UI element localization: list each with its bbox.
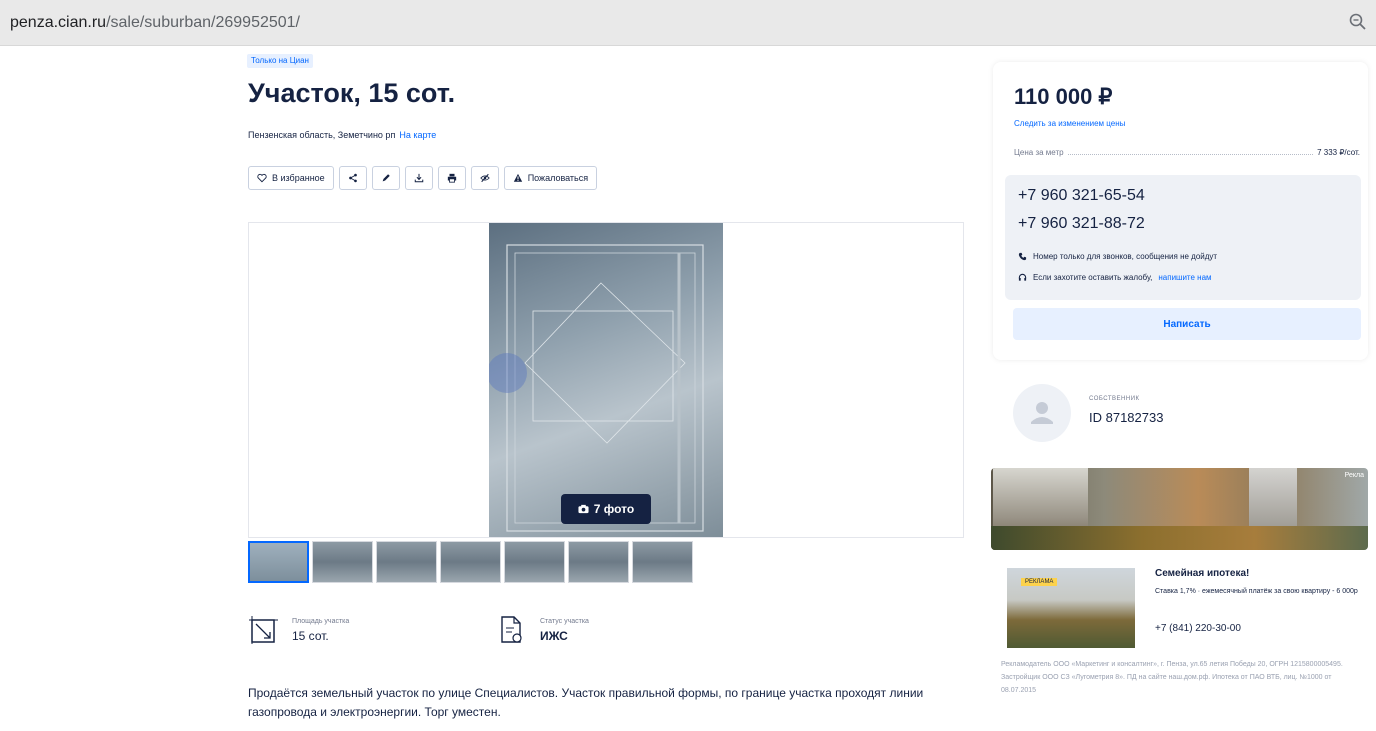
fact-label: Статус участка — [540, 617, 589, 625]
thumbnail[interactable] — [312, 541, 373, 583]
camera-icon — [578, 504, 589, 514]
building-image — [1249, 468, 1297, 528]
phone-number[interactable]: +7 960 321-88-72 — [1018, 215, 1145, 233]
favorite-label: В избранное — [272, 173, 325, 183]
note-button[interactable] — [371, 166, 400, 190]
price-per-unit-value: 7 333 ₽/сот. — [1317, 148, 1360, 157]
calls-only-text: Номер только для звонков, сообщения не д… — [1033, 252, 1218, 261]
thumbnail[interactable] — [440, 541, 501, 583]
dotted-leader — [1067, 154, 1314, 155]
listing-description: Продаётся земельный участок по улице Спе… — [248, 686, 924, 719]
plan-drawing-image — [489, 244, 704, 532]
price-per-unit: Цена за метр 7 333 ₽/сот. — [1014, 148, 1360, 157]
badge-text: Только на Циан — [251, 56, 309, 65]
thumbnail[interactable] — [376, 541, 437, 583]
avatar — [1013, 384, 1071, 442]
ad-legal-text: Рекламодатель ООО «Маркетинг и консалтин… — [1001, 661, 1343, 694]
price-card: 110 000 ₽ Следить за изменением цены Цен… — [993, 62, 1368, 360]
browser-address-bar[interactable]: penza.cian.ru/sale/suburban/269952501/ — [0, 0, 1376, 46]
complain-label: Пожаловаться — [527, 173, 589, 183]
ad-label: РЕКЛАМА — [1021, 578, 1058, 586]
url-path: /sale/suburban/269952501/ — [106, 14, 300, 31]
warning-icon — [513, 173, 522, 182]
listing-toolbar: В избранное Пожаловаться — [248, 166, 598, 192]
listing-title: Участок, 15 сот. — [248, 78, 456, 108]
owner-role: СОБСТВЕННИК — [1089, 396, 1140, 402]
document-icon — [501, 616, 522, 643]
ad-phone[interactable]: +7 (841) 220-30-00 — [1155, 623, 1241, 634]
contact-box: +7 960 321-65-54 +7 960 321-88-72 Номер … — [1005, 175, 1361, 300]
zoom-icon[interactable] — [1348, 12, 1368, 32]
fact-status: Статус участка ИЖС — [496, 614, 589, 646]
hide-button[interactable] — [470, 166, 499, 190]
map-link[interactable]: На карте — [399, 130, 436, 140]
thumbnail-strip — [248, 541, 693, 583]
write-us-link[interactable]: напишите нам — [1158, 273, 1211, 282]
price-amount: 110 000 ₽ — [1014, 84, 1113, 109]
share-button[interactable] — [338, 166, 367, 190]
favorite-button[interactable]: В избранное — [248, 166, 334, 190]
follow-price-link[interactable]: Следить за изменением цены — [1014, 119, 1125, 128]
photo-gallery[interactable]: 7 фото — [248, 222, 964, 538]
printer-icon — [447, 173, 456, 183]
user-icon — [1031, 402, 1053, 424]
thumbnail[interactable] — [504, 541, 565, 583]
photo-count-label: 7 фото — [593, 502, 635, 516]
main-photo[interactable] — [489, 223, 723, 537]
fact-value: 15 сот. — [292, 628, 329, 643]
thumbnail[interactable] — [632, 541, 693, 583]
trees-image — [991, 526, 1368, 550]
heart-icon — [257, 173, 267, 183]
write-button[interactable]: Написать — [1013, 308, 1361, 340]
fact-label: Площадь участка — [292, 617, 350, 625]
listing-address: Пензенская область, Земетчино рп На карте — [248, 130, 436, 140]
ad-tag: Рекла — [1344, 472, 1364, 479]
photo-count-button[interactable]: 7 фото — [561, 494, 651, 524]
eye-off-icon — [479, 173, 490, 183]
ad-card[interactable]: РЕКЛАМА Семейная ипотека! Ставка 1,7% · … — [993, 556, 1368, 731]
url-host: penza.cian.ru — [10, 14, 107, 31]
phone-number[interactable]: +7 960 321-65-54 — [1018, 187, 1145, 205]
phone-icon — [1018, 252, 1027, 261]
price-per-unit-label: Цена за метр — [1014, 148, 1064, 157]
download-icon — [414, 173, 423, 183]
download-button[interactable] — [404, 166, 433, 190]
ad-title[interactable]: Семейная ипотека! — [1155, 568, 1249, 579]
owner-card: СОБСТВЕННИК ID 87182733 — [993, 372, 1368, 464]
complain-button[interactable]: Пожаловаться — [503, 166, 598, 190]
headset-icon — [1018, 273, 1027, 281]
owner-id: ID 87182733 — [1089, 410, 1164, 425]
thumbnail[interactable] — [248, 541, 309, 583]
fact-area: Площадь участка 15 сот. — [248, 614, 349, 646]
thumbnail[interactable] — [568, 541, 629, 583]
url-text[interactable]: penza.cian.ru/sale/suburban/269952501/ — [10, 14, 300, 32]
ad-description: Ставка 1,7% · ежемесячный платёж за свою… — [1155, 588, 1358, 595]
print-button[interactable] — [437, 166, 466, 190]
fact-value: ИЖС — [540, 628, 568, 643]
exclusive-badge: Только на Циан — [247, 54, 313, 68]
share-icon — [348, 173, 357, 183]
ad-image[interactable]: РЕКЛАМА — [1007, 568, 1135, 648]
pencil-icon — [382, 174, 390, 182]
complaint-note: Если захотите оставить жалобу, напишите н… — [1018, 273, 1212, 282]
ad-banner[interactable]: Рекла — [991, 468, 1368, 550]
complaint-prefix: Если захотите оставить жалобу, — [1033, 273, 1153, 282]
area-icon — [249, 616, 278, 644]
calls-only-note: Номер только для звонков, сообщения не д… — [1018, 252, 1217, 261]
address-text: Пензенская область, Земетчино рп — [248, 130, 396, 140]
